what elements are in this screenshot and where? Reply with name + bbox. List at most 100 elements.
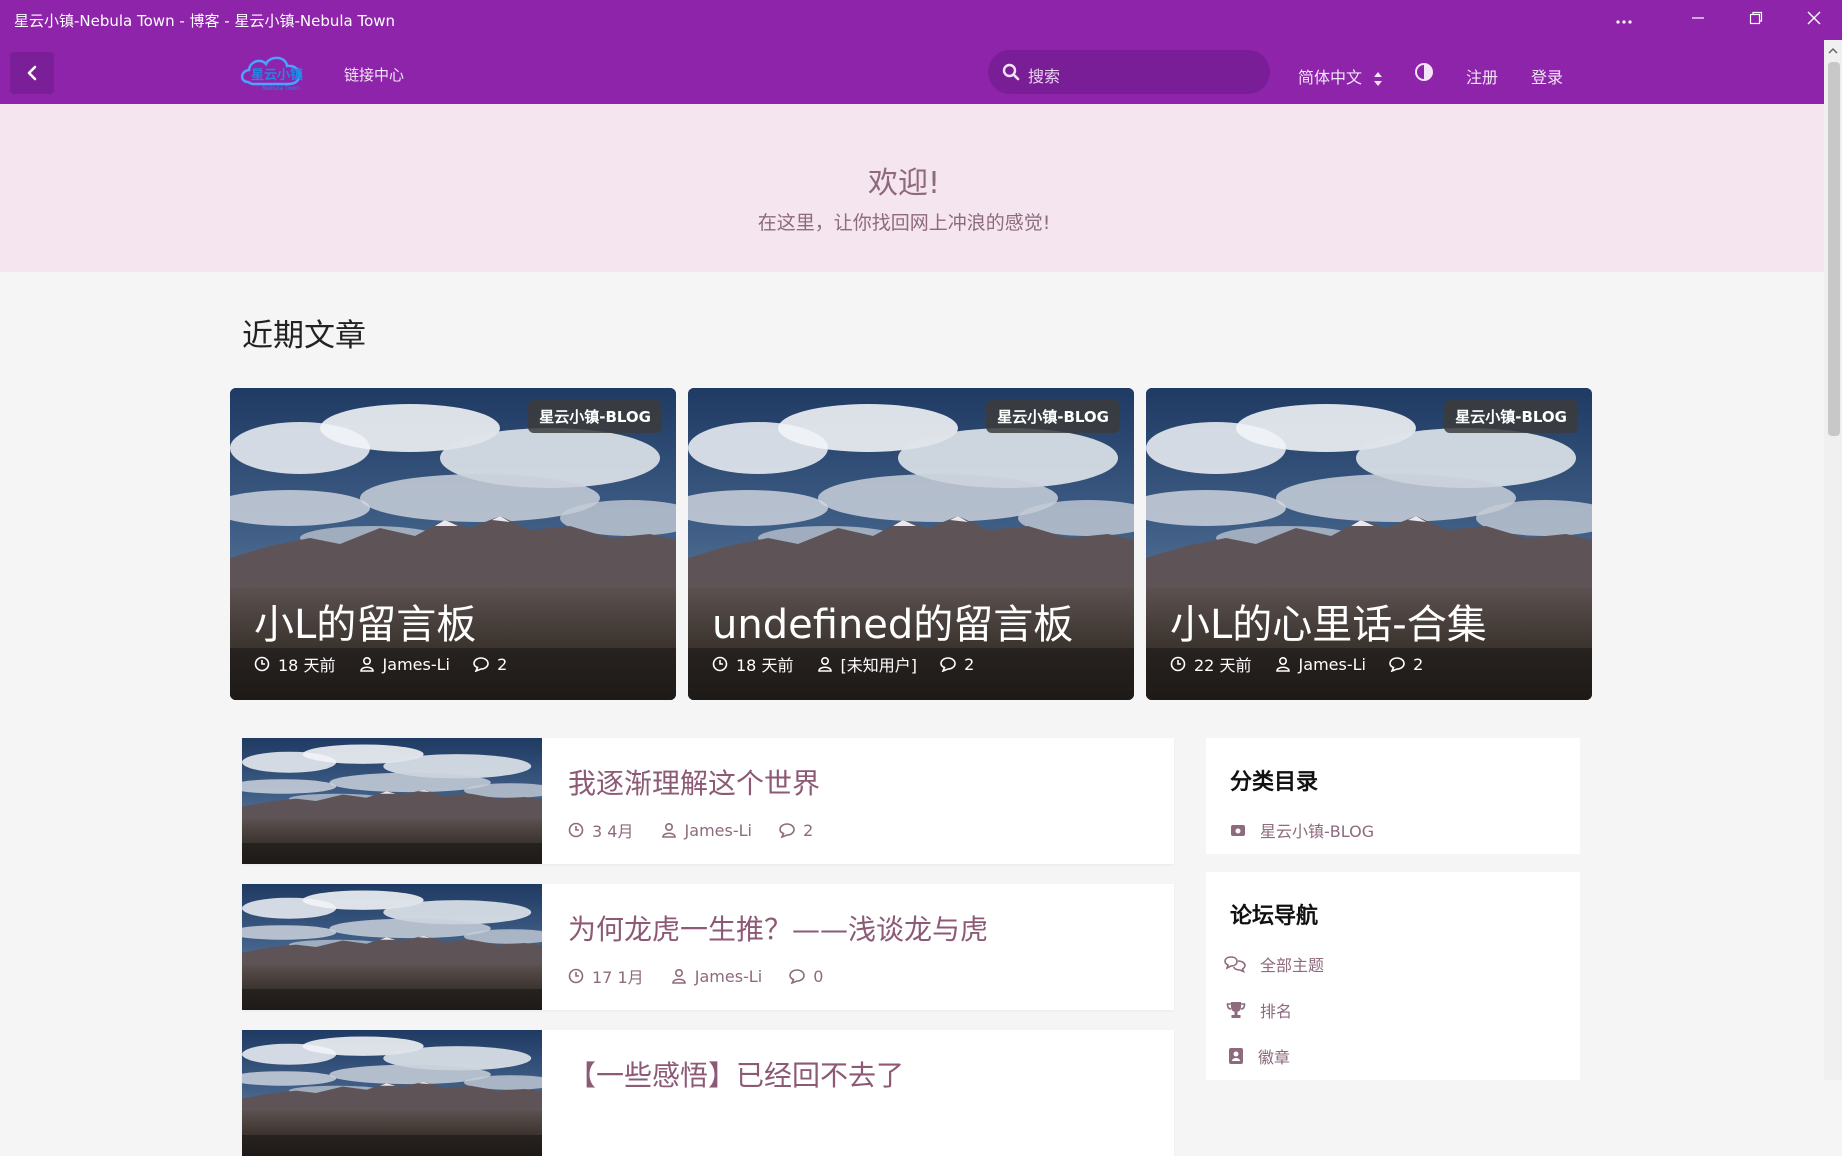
- chevron-left-icon: [27, 65, 37, 81]
- nav-link-center[interactable]: 链接中心: [344, 64, 404, 85]
- clock-icon: [254, 656, 270, 672]
- clock-icon: [568, 822, 584, 838]
- clock-icon: [568, 968, 584, 984]
- featured-post-title[interactable]: 小L的心里话-合集: [1170, 592, 1487, 650]
- post-thumbnail[interactable]: [242, 1030, 542, 1156]
- restore-icon[interactable]: [1734, 6, 1778, 34]
- welcome-hero: 欢迎! 在这里，让你找回网上冲浪的感觉!: [0, 104, 1824, 272]
- back-button[interactable]: [10, 52, 54, 94]
- trophy-icon: [1226, 1002, 1246, 1018]
- post-thumbnail[interactable]: [242, 738, 542, 864]
- minimize-icon[interactable]: [1676, 6, 1720, 34]
- post-author[interactable]: James-Li: [1299, 655, 1366, 674]
- post-author[interactable]: James-Li: [695, 967, 762, 986]
- post-title[interactable]: 为何龙虎一生推？——浅谈龙与虎: [568, 908, 988, 948]
- category-badge[interactable]: 星云小镇-BLOG: [986, 400, 1120, 433]
- comment-icon: [940, 657, 956, 672]
- forum-nav-title: 论坛导航: [1230, 904, 1319, 929]
- clock-icon: [1170, 656, 1186, 672]
- forum-nav-panel: 论坛导航 全部主题 排名 徽章: [1206, 872, 1580, 1080]
- post-list-item[interactable]: 我逐渐理解这个世界 3 4月 James-Li 2: [242, 738, 1174, 864]
- category-badge[interactable]: 星云小镇-BLOG: [528, 400, 662, 433]
- scroll-up-arrow-icon[interactable]: [1826, 44, 1840, 58]
- hero-title: 欢迎!: [867, 166, 941, 201]
- scrollbar-thumb[interactable]: [1828, 62, 1840, 436]
- clock-icon: [712, 656, 728, 672]
- theme-toggle-icon[interactable]: [1414, 62, 1434, 82]
- comment-icon: [779, 823, 795, 838]
- categories-title: 分类目录: [1230, 770, 1319, 795]
- logo-subtext: Nebula Town: [262, 85, 300, 92]
- post-time: 17 1月: [592, 968, 644, 987]
- category-item[interactable]: 星云小镇-BLOG: [1230, 818, 1374, 842]
- login-link[interactable]: 登录: [1531, 64, 1563, 88]
- post-list-item[interactable]: 【一些感悟】已经回不去了: [242, 1030, 1174, 1156]
- comment-icon: [789, 969, 806, 984]
- featured-post-card[interactable]: 星云小镇-BLOG 小L的留言板 18 天前 James-Li 2: [230, 388, 676, 700]
- post-time: 3 4月: [592, 822, 634, 841]
- post-thumbnail[interactable]: [242, 884, 542, 1010]
- categories-panel: 分类目录 星云小镇-BLOG: [1206, 738, 1580, 854]
- site-header: 星云小镇 Nebula Town 链接中心 搜索 简体中文 注册 登录: [0, 40, 1824, 104]
- post-comments: 2: [964, 654, 975, 674]
- comment-icon: [473, 657, 489, 672]
- register-link[interactable]: 注册: [1466, 64, 1498, 88]
- featured-post-title[interactable]: undefined的留言板: [712, 592, 1073, 650]
- language-selector[interactable]: 简体中文: [1298, 64, 1383, 88]
- post-time: 18 天前: [278, 656, 336, 675]
- post-author[interactable]: James-Li: [685, 821, 752, 840]
- post-author[interactable]: [未知用户]: [841, 652, 918, 676]
- category-badge[interactable]: 星云小镇-BLOG: [1444, 400, 1578, 433]
- post-comments: 2: [497, 654, 508, 674]
- close-icon[interactable]: [1792, 6, 1836, 34]
- landscape-image: [242, 738, 542, 864]
- more-options-icon[interactable]: [1602, 6, 1646, 34]
- user-icon: [1275, 656, 1290, 672]
- post-comments: 2: [1413, 654, 1424, 674]
- window-titlebar: 星云小镇-Nebula Town - 博客 - 星云小镇-Nebula Town: [0, 0, 1842, 40]
- nav-item-label: 徽章: [1258, 1048, 1291, 1067]
- site-logo[interactable]: 星云小镇 Nebula Town: [240, 52, 308, 92]
- post-meta: 18 天前 James-Li 2: [254, 652, 525, 676]
- sort-arrows-icon: [1374, 71, 1383, 86]
- nav-item-ranking[interactable]: 排名: [1226, 998, 1292, 1022]
- badge-icon: [1229, 1048, 1243, 1064]
- user-icon: [359, 656, 374, 672]
- window-title: 星云小镇-Nebula Town - 博客 - 星云小镇-Nebula Town: [14, 12, 396, 30]
- featured-post-card[interactable]: 星云小镇-BLOG 小L的心里话-合集 22 天前 James-Li 2: [1146, 388, 1592, 700]
- language-label: 简体中文: [1298, 68, 1363, 87]
- comment-icon: [1389, 657, 1405, 672]
- nav-item-label: 全部主题: [1260, 956, 1325, 975]
- post-list-item[interactable]: 为何龙虎一生推？——浅谈龙与虎 17 1月 James-Li 0: [242, 884, 1174, 1010]
- nav-item-label: 排名: [1260, 1002, 1293, 1021]
- category-label: 星云小镇-BLOG: [1260, 822, 1375, 841]
- post-author[interactable]: James-Li: [383, 655, 450, 674]
- post-time: 22 天前: [1194, 656, 1252, 675]
- post-title[interactable]: 【一些感悟】已经回不去了: [568, 1054, 904, 1094]
- landscape-image: [242, 1030, 542, 1156]
- search-icon: [1002, 63, 1020, 81]
- landscape-image: [242, 884, 542, 1010]
- post-meta: 18 天前 [未知用户] 2: [712, 652, 992, 676]
- hero-subtitle: 在这里，让你找回网上冲浪的感觉!: [757, 212, 1051, 234]
- post-meta: 22 天前 James-Li 2: [1170, 652, 1441, 676]
- nav-item-badges[interactable]: 徽章: [1228, 1044, 1290, 1068]
- post-meta: 3 4月 James-Li 2: [568, 818, 835, 842]
- user-icon: [661, 822, 676, 838]
- cloud-logo-icon: 星云小镇 Nebula Town: [240, 56, 303, 92]
- comments-icon: [1224, 956, 1246, 973]
- user-icon: [817, 656, 832, 672]
- recent-posts-title: 近期文章: [242, 318, 366, 354]
- search-input[interactable]: 搜索: [988, 50, 1270, 94]
- post-meta: 17 1月 James-Li 0: [568, 964, 845, 988]
- featured-post-title[interactable]: 小L的留言板: [254, 592, 476, 650]
- nav-item-all-topics[interactable]: 全部主题: [1224, 952, 1324, 976]
- featured-post-card[interactable]: 星云小镇-BLOG undefined的留言板 18 天前 [未知用户] 2: [688, 388, 1134, 700]
- search-placeholder: 搜索: [1028, 67, 1061, 86]
- post-comments: 0: [813, 966, 824, 986]
- post-title[interactable]: 我逐渐理解这个世界: [568, 762, 820, 802]
- user-icon: [671, 968, 686, 984]
- post-comments: 2: [803, 820, 814, 840]
- folder-icon: [1231, 825, 1245, 836]
- post-time: 18 天前: [736, 656, 794, 675]
